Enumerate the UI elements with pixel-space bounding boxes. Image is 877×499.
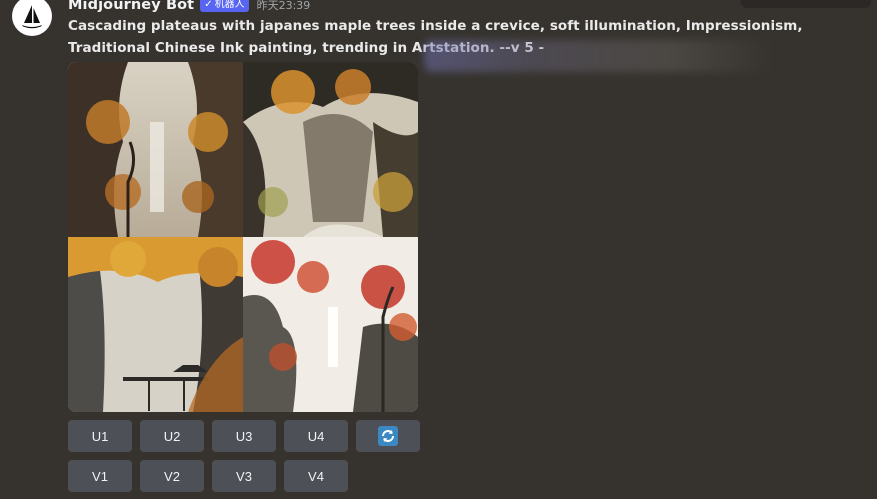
sailboat-icon — [22, 5, 42, 29]
verified-check-icon: ✓ — [204, 0, 213, 10]
refresh-icon — [378, 426, 398, 446]
message-header: Midjourney Bot ✓ 机器人 昨天23:39 — [68, 0, 310, 14]
v4-button[interactable]: V4 — [284, 460, 348, 492]
image-tile-1[interactable] — [68, 62, 243, 237]
bot-badge-label: 机器人 — [214, 0, 245, 10]
image-grid[interactable] — [68, 62, 418, 412]
message-timestamp: 昨天23:39 — [256, 0, 311, 12]
image-tile-3[interactable] — [68, 237, 243, 412]
u2-button[interactable]: U2 — [140, 420, 204, 452]
ink-painting-image — [243, 237, 418, 412]
image-tile-2[interactable] — [243, 62, 418, 237]
u4-button[interactable]: U4 — [284, 420, 348, 452]
reroll-button[interactable] — [356, 420, 420, 452]
ink-painting-image — [68, 237, 243, 412]
ink-painting-image — [68, 62, 243, 237]
v2-button[interactable]: V2 — [140, 460, 204, 492]
u1-button[interactable]: U1 — [68, 420, 132, 452]
redacted-region — [424, 40, 774, 72]
v1-button[interactable]: V1 — [68, 460, 132, 492]
author-name[interactable]: Midjourney Bot — [68, 0, 194, 13]
avatar[interactable] — [12, 0, 52, 36]
ink-painting-image — [243, 62, 418, 237]
upscale-buttons: U1 U2 U3 U4 — [68, 420, 420, 452]
v3-button[interactable]: V3 — [212, 460, 276, 492]
image-tile-4[interactable] — [243, 237, 418, 412]
bot-badge: ✓ 机器人 — [200, 0, 249, 12]
toolbar-edge — [741, 0, 871, 8]
u3-button[interactable]: U3 — [212, 420, 276, 452]
variation-buttons: V1 V2 V3 V4 — [68, 460, 348, 492]
